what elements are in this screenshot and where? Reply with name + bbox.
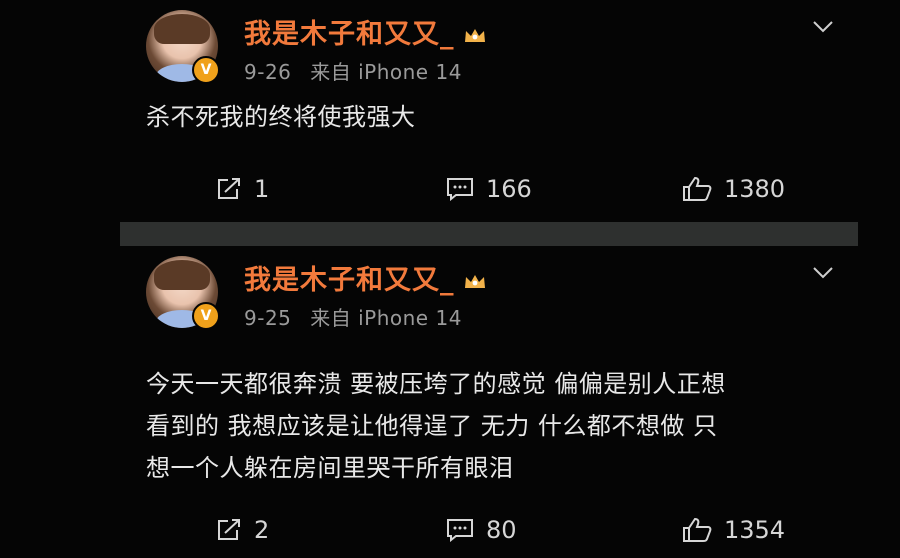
post-meta: 9-26 来自 iPhone 14 [244,56,474,85]
post-actions: 1 166 1380 [0,175,900,209]
post-source: 来自 iPhone 14 [310,60,462,84]
post-content: 杀不死我的终将使我强大 [146,96,846,138]
like-button[interactable]: 1380 [682,175,785,203]
post-actions: 2 80 1354 [0,516,900,550]
avatar[interactable]: V [146,256,220,330]
content-line: 今天一天都很奔溃 要被压垮了的感觉 偏偏是别人正想 [146,370,726,398]
crown-icon [463,268,487,288]
repost-count: 2 [254,516,270,544]
repost-button[interactable]: 1 [216,175,269,203]
username-text: 我是木子和又又_ [244,265,455,296]
avatar[interactable]: V [146,10,220,84]
repost-count: 1 [254,175,270,203]
comment-button[interactable]: 166 [446,175,532,203]
post-source: 来自 iPhone 14 [310,306,462,330]
post-date: 9-26 [244,60,292,84]
like-count: 1354 [724,516,786,544]
weibo-feed: V 我是木子和又又_ 9-26 来自 iPhone 14 杀不死我的终将使我强大 [0,0,900,558]
verified-badge: V [192,302,220,330]
like-button[interactable]: 1354 [682,516,785,544]
username[interactable]: 我是木子和又又_ [244,258,487,297]
thumbs-up-icon [683,176,712,201]
post-divider [120,222,858,246]
content-line: 看到的 我想应该是让他得逞了 无力 什么都不想做 只 [146,412,718,440]
comment-count: 80 [486,516,517,544]
repost-icon [218,519,240,540]
verified-badge: V [192,56,220,84]
like-count: 1380 [724,175,786,203]
chevron-down-icon[interactable] [812,266,834,280]
post-card: V 我是木子和又又_ 9-25 来自 iPhone 14 今天一天都很奔溃 要被… [0,246,900,558]
content-line: 想一个人躲在房间里哭干所有眼泪 [146,454,514,482]
crown-icon [463,22,487,42]
post-content: 今天一天都很奔溃 要被压垮了的感觉 偏偏是别人正想 看到的 我想应该是让他得逞了… [146,363,846,489]
repost-button[interactable]: 2 [216,516,269,544]
comment-icon [447,519,473,542]
comment-button[interactable]: 80 [446,516,517,544]
post-date: 9-25 [244,306,292,330]
username[interactable]: 我是木子和又又_ [244,12,487,51]
chevron-down-icon[interactable] [812,20,834,34]
comment-count: 166 [486,175,532,203]
thumbs-up-icon [683,517,712,542]
username-text: 我是木子和又又_ [244,19,455,50]
repost-icon [218,178,240,199]
comment-icon [447,178,473,201]
content-line: 杀不死我的终将使我强大 [146,103,416,131]
post-card: V 我是木子和又又_ 9-26 来自 iPhone 14 杀不死我的终将使我强大 [0,0,900,222]
post-meta: 9-25 来自 iPhone 14 [244,302,474,331]
